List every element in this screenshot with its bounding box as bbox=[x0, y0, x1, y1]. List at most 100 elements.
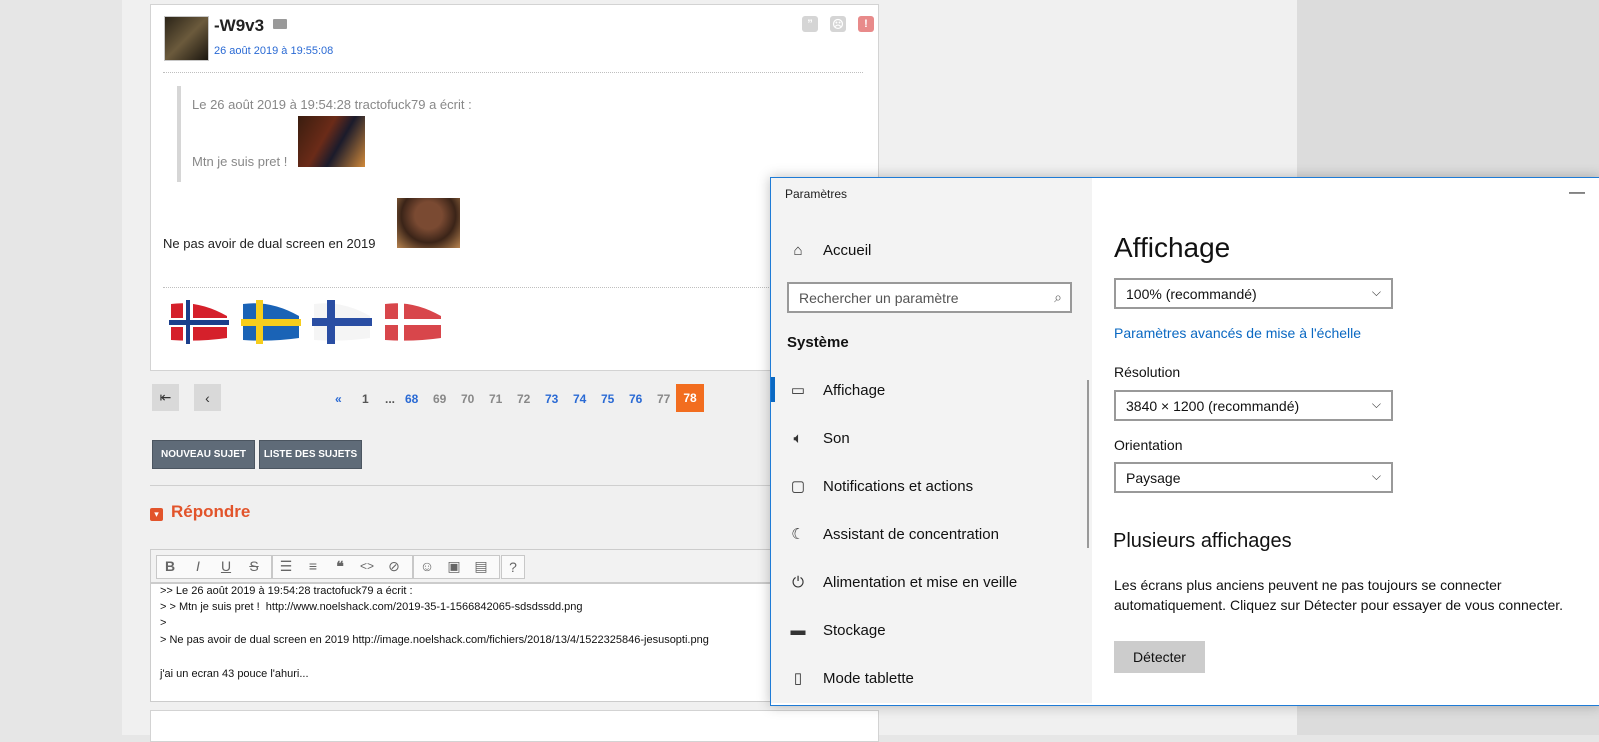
search-input[interactable]: Rechercher un paramètre ⌕ bbox=[787, 282, 1072, 313]
first-page-icon: ⇤ bbox=[159, 389, 172, 405]
orientation-label: Orientation bbox=[1114, 437, 1183, 453]
next-post bbox=[150, 710, 879, 742]
ignore-icon[interactable]: ☹ bbox=[830, 16, 846, 32]
post-divider bbox=[163, 72, 863, 73]
search-icon: ⌕ bbox=[1054, 289, 1062, 305]
nav-label: Stockage bbox=[823, 621, 886, 639]
nav-sound[interactable]: 🔈︎ Son bbox=[787, 420, 850, 456]
sticker-image[interactable] bbox=[397, 198, 460, 248]
quote-image-thumbnail[interactable] bbox=[298, 116, 365, 167]
editor-line: > bbox=[160, 617, 170, 629]
current-page: 78 bbox=[676, 384, 704, 412]
quote-header: Le 26 août 2019 à 19:54:28 tractofuck79 … bbox=[192, 97, 472, 112]
advanced-scaling-link[interactable]: Paramètres avancés de mise à l'échelle bbox=[1114, 325, 1361, 341]
multi-display-heading: Plusieurs affichages bbox=[1113, 530, 1292, 552]
page-link[interactable]: 1 bbox=[362, 392, 369, 406]
editor-line: >> Le 26 août 2019 à 19:54:28 tractofuck… bbox=[160, 585, 413, 597]
tablet-icon: ▯ bbox=[793, 670, 803, 687]
quote-format-icon[interactable]: ❝ bbox=[327, 555, 353, 577]
collapse-icon[interactable]: ▾ bbox=[150, 508, 163, 521]
mail-icon[interactable] bbox=[273, 19, 287, 29]
new-topic-button[interactable]: NOUVEAU SUJET bbox=[152, 440, 255, 469]
strikethrough-icon[interactable]: S bbox=[241, 555, 267, 577]
norway-flag-icon bbox=[169, 300, 229, 344]
italic-icon[interactable]: I bbox=[185, 555, 211, 577]
chevron-down-icon: ⌵ bbox=[1371, 285, 1381, 299]
page-link[interactable]: 76 bbox=[629, 392, 642, 406]
section-divider bbox=[150, 485, 877, 486]
page-link[interactable]: 77 bbox=[657, 392, 670, 406]
nav-label: Notifications et actions bbox=[823, 477, 974, 495]
chevron-down-icon: ⌵ bbox=[1371, 469, 1381, 483]
smiley-icon[interactable]: ☺ bbox=[414, 555, 440, 577]
post-body-text: Ne pas avoir de dual screen en 2019 bbox=[163, 236, 376, 251]
home-icon: ⌂ bbox=[793, 241, 803, 259]
prev-page-icon: ‹ bbox=[205, 389, 210, 406]
editor-line: j'ai un ecran 43 pouce l'ahuri... bbox=[160, 668, 309, 680]
nav-label: Affichage bbox=[823, 381, 886, 399]
page-link[interactable]: 71 bbox=[489, 392, 502, 406]
power-icon: ⏻ bbox=[792, 573, 804, 591]
resolution-dropdown[interactable]: 3840 × 1200 (recommandé) ⌵ bbox=[1114, 390, 1393, 421]
post-username[interactable]: -W9v3 bbox=[214, 16, 264, 36]
editor-line: > Ne pas avoir de dual screen en 2019 ht… bbox=[160, 634, 709, 646]
reply-title: Répondre bbox=[171, 502, 251, 521]
page-ellipsis: ... bbox=[385, 392, 396, 406]
video-icon[interactable]: ▤ bbox=[468, 555, 494, 577]
prev-page-button[interactable]: ‹ bbox=[194, 384, 221, 411]
underline-icon[interactable]: U bbox=[213, 555, 239, 577]
nav-home[interactable]: ⌂ Accueil bbox=[787, 232, 871, 268]
nav-label: Son bbox=[823, 429, 850, 447]
code-icon[interactable]: <> bbox=[354, 555, 380, 577]
spoiler-icon[interactable]: ⊘ bbox=[381, 555, 407, 577]
topic-list-button[interactable]: LISTE DES SUJETS bbox=[259, 440, 362, 469]
bold-icon[interactable]: B bbox=[157, 555, 183, 577]
first-page-button[interactable]: ⇤ bbox=[152, 384, 179, 411]
page-link[interactable]: 75 bbox=[601, 392, 614, 406]
scale-value: 100% (recommandé) bbox=[1126, 285, 1257, 302]
signature-divider bbox=[163, 287, 863, 288]
denmark-flag-icon bbox=[383, 300, 443, 344]
nav-label: Assistant de concentration bbox=[823, 525, 999, 543]
page-link[interactable]: 70 bbox=[461, 392, 474, 406]
monitor-icon: ▭ bbox=[790, 382, 806, 399]
nav-tablet-mode[interactable]: ▯ Mode tablette bbox=[787, 660, 914, 696]
numbered-list-icon[interactable]: ≡ bbox=[300, 555, 326, 577]
help-icon[interactable]: ? bbox=[501, 555, 525, 579]
selected-indicator bbox=[771, 377, 775, 402]
nav-notifications[interactable]: ▢ Notifications et actions bbox=[787, 468, 973, 504]
page-link[interactable]: 68 bbox=[405, 392, 418, 406]
bullet-list-icon[interactable]: ☰ bbox=[273, 555, 299, 577]
quote-icon[interactable]: ” bbox=[802, 16, 818, 32]
editor-line: > > Mtn je suis pret ! http://www.noelsh… bbox=[160, 601, 583, 613]
avatar[interactable] bbox=[164, 16, 209, 61]
scale-dropdown[interactable]: 100% (recommandé) ⌵ bbox=[1114, 278, 1393, 309]
search-placeholder: Rechercher un paramètre bbox=[799, 289, 959, 306]
window-title: Paramètres bbox=[785, 187, 848, 201]
page-title: Affichage bbox=[1114, 232, 1231, 263]
nav-label: Alimentation et mise en veille bbox=[823, 573, 1018, 591]
page-link[interactable]: 74 bbox=[573, 392, 586, 406]
nav-focus-assist[interactable]: ☾ Assistant de concentration bbox=[787, 516, 999, 552]
image-icon[interactable]: ▣ bbox=[441, 555, 467, 577]
detect-button[interactable]: Détecter bbox=[1114, 641, 1205, 673]
post-date[interactable]: 26 août 2019 à 19:55:08 bbox=[214, 45, 333, 57]
chevron-down-icon: ⌵ bbox=[1371, 397, 1381, 411]
orientation-dropdown[interactable]: Paysage ⌵ bbox=[1114, 462, 1393, 493]
sidebar-scrollbar[interactable] bbox=[1087, 380, 1089, 548]
nav-label: Mode tablette bbox=[823, 669, 914, 687]
storage-icon: ▬ bbox=[790, 621, 806, 639]
section-heading: Système bbox=[787, 334, 849, 351]
pagination-first-link[interactable]: « bbox=[335, 392, 342, 406]
notification-icon: ▢ bbox=[790, 478, 806, 495]
nav-power[interactable]: ⏻ Alimentation et mise en veille bbox=[787, 564, 1017, 600]
page-link[interactable]: 72 bbox=[517, 392, 530, 406]
page-link[interactable]: 69 bbox=[433, 392, 446, 406]
nav-storage[interactable]: ▬ Stockage bbox=[787, 612, 886, 648]
minimize-button[interactable]: — bbox=[1569, 184, 1585, 202]
report-icon[interactable]: ! bbox=[858, 16, 874, 32]
nav-display[interactable]: ▭ Affichage bbox=[787, 372, 885, 408]
quote-bar bbox=[177, 86, 181, 182]
page-link[interactable]: 73 bbox=[545, 392, 558, 406]
multi-display-description: Les écrans plus anciens peuvent ne pas t… bbox=[1114, 577, 1564, 613]
